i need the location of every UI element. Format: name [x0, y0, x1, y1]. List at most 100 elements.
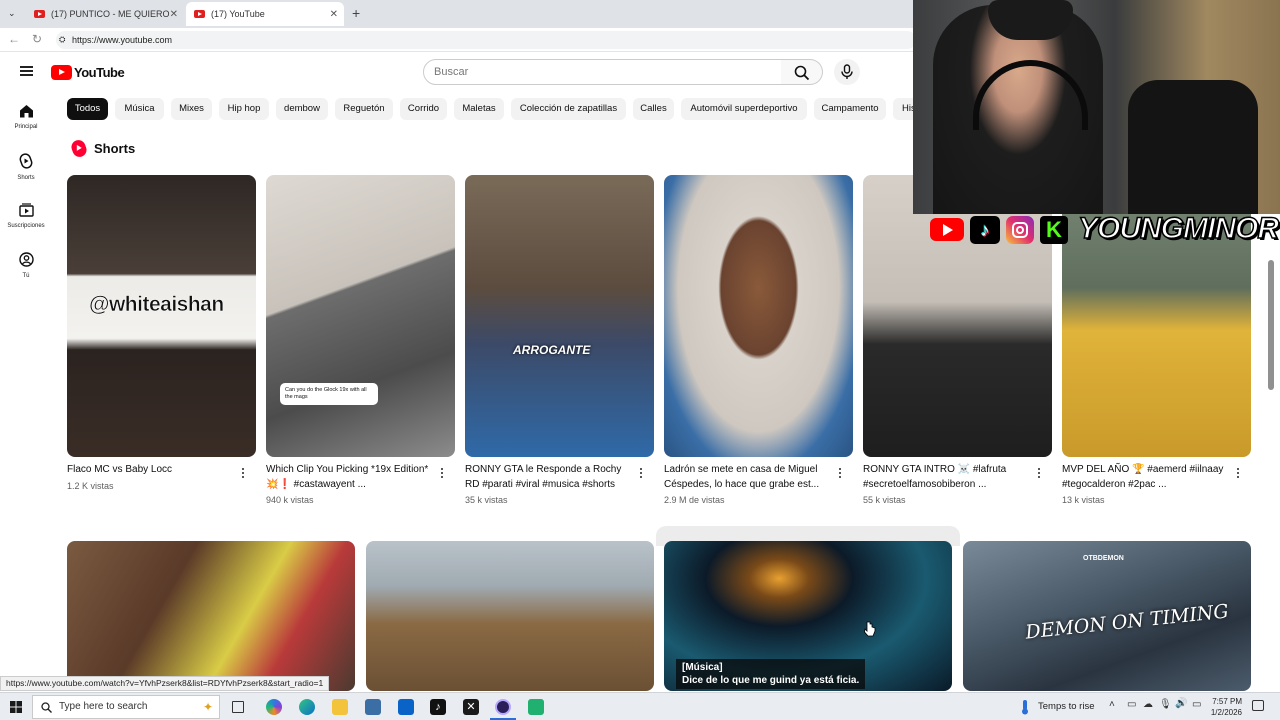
notifications-icon[interactable] [1252, 700, 1264, 711]
tab-list-dropdown[interactable]: ⌄ [8, 8, 16, 19]
calculator-icon[interactable] [365, 699, 381, 715]
outlook-icon[interactable] [398, 699, 414, 715]
sidebar-label: Suscripciones [7, 223, 45, 229]
back-icon[interactable]: ← [8, 32, 20, 46]
search-input[interactable]: Buscar [423, 59, 782, 85]
shorts-section-title: Shorts [94, 141, 136, 156]
kick-brand-icon: K [1040, 216, 1068, 244]
short-thumbnail[interactable]: @whiteaishan [67, 175, 256, 457]
edge-icon[interactable] [299, 699, 315, 715]
weather-icon [1022, 700, 1028, 715]
video-thumbnail[interactable]: [Música] Dice de lo que me guind ya está… [664, 541, 952, 691]
tab-title: (17) PUNTICO - ME QUIERO QUITA [51, 9, 171, 19]
chip-calles[interactable]: Calles [633, 98, 674, 120]
short-title[interactable]: RONNY GTA le Responde a Rochy RD #parati… [465, 462, 635, 492]
close-tab-icon[interactable]: ✕ [330, 9, 338, 20]
reload-icon[interactable]: ↻ [32, 32, 42, 46]
chip-todos[interactable]: Todos [67, 98, 108, 120]
language-icon[interactable]: ▭ [1192, 699, 1201, 710]
page-scrollbar[interactable] [1268, 260, 1274, 390]
youtube-logo-text: YouTube [74, 65, 125, 80]
chip-regueton[interactable]: Reguetón [335, 98, 393, 120]
chip-mixes[interactable]: Mixes [171, 98, 212, 120]
video-thumbnail[interactable] [366, 541, 654, 691]
youtube-logo[interactable]: YouTube [51, 65, 125, 80]
chip-musica[interactable]: Música [115, 98, 164, 120]
video-overlay-small: OTBDEMON [1083, 555, 1124, 562]
chip-historia[interactable]: His [893, 98, 913, 120]
chip-dembow[interactable]: dembow [276, 98, 328, 120]
clock-date: 1/2/2026 [1210, 708, 1242, 717]
short-views: 2.9 M de vistas [664, 495, 725, 505]
short-views: 1.2 K vistas [67, 481, 114, 491]
tiktok-app-icon[interactable]: ♪ [430, 699, 446, 715]
short-title[interactable]: RONNY GTA INTRO ☠️ #lafruta #secretoelfa… [863, 462, 1033, 492]
file-explorer-icon[interactable] [332, 699, 348, 715]
taskbar-search-input[interactable]: Type here to search ✦ [32, 695, 220, 719]
shorts-logo-icon [69, 138, 89, 159]
more-actions-icon[interactable] [639, 468, 643, 482]
windows-start-icon[interactable] [10, 701, 22, 713]
chip-hip-hop[interactable]: Hip hop [219, 98, 269, 120]
short-title[interactable]: Flaco MC vs Baby Locc [67, 462, 237, 477]
menu-icon[interactable] [20, 66, 33, 76]
sidebar-label: Tú [22, 273, 30, 279]
more-actions-icon[interactable] [440, 468, 444, 482]
chip-campamento[interactable]: Campamento [814, 98, 886, 120]
short-thumbnail[interactable] [664, 175, 853, 457]
search-button[interactable] [781, 59, 823, 85]
youtube-favicon-icon [194, 10, 205, 18]
short-views: 55 k vistas [863, 495, 906, 505]
app-icon[interactable] [528, 699, 544, 715]
url-field[interactable]: ⛭ https://www.youtube.com [56, 31, 916, 49]
short-thumbnail[interactable]: Can you do the Glock 19x with all the ma… [266, 175, 455, 457]
weather-text[interactable]: Temps to rise [1038, 701, 1095, 712]
taskbar-clock[interactable]: 7:57 PM 1/2/2026 [1211, 696, 1242, 718]
search-icon [794, 65, 810, 81]
site-info-icon[interactable]: ⛭ [59, 31, 65, 49]
video-thumbnail[interactable] [67, 541, 355, 691]
network-icon[interactable]: ▭ [1127, 699, 1136, 710]
video-thumbnail[interactable]: OTBDEMON DEMON ON TIMING [963, 541, 1251, 691]
shorts-section-header: Shorts [69, 138, 136, 159]
caption-line: Dice de lo que me guind ya está ficia. [682, 675, 860, 686]
tab-youtube[interactable]: (17) YouTube ✕ [186, 2, 344, 26]
tray-chevron-icon[interactable]: ˄ [1109, 699, 1115, 710]
more-actions-icon[interactable] [241, 468, 245, 482]
copilot-icon[interactable] [266, 699, 282, 715]
tray-microphone-icon[interactable]: 🎙 [1159, 699, 1172, 710]
obs-icon[interactable] [495, 699, 511, 715]
sidebar-item-you[interactable]: Tú [0, 252, 52, 279]
chair [1128, 80, 1258, 214]
tab-puntico[interactable]: (17) PUNTICO - ME QUIERO QUITA ✕ [26, 2, 184, 26]
sidebar-item-subscriptions[interactable]: Suscripciones [0, 203, 52, 229]
clock-time: 7:57 PM [1212, 697, 1242, 706]
sidebar-item-shorts[interactable]: Shorts [0, 153, 52, 181]
chip-maletas[interactable]: Maletas [454, 98, 504, 120]
youtube-favicon-icon [34, 10, 45, 18]
new-tab-button[interactable]: + [352, 5, 360, 21]
streamer-brand-bar: ♪ K YOUNGMINOR [930, 211, 1280, 246]
short-title[interactable]: Which Clip You Picking *19x Edition*💥❗ #… [266, 462, 436, 492]
volume-icon[interactable]: 🔊 [1175, 698, 1187, 709]
capcut-icon[interactable]: ✕ [463, 699, 479, 715]
sidebar-item-home[interactable]: Principal [0, 104, 52, 130]
task-view-icon[interactable] [232, 701, 244, 713]
home-icon [19, 105, 33, 118]
more-actions-icon[interactable] [1236, 468, 1240, 482]
short-thumbnail[interactable]: ARROGANTE [465, 175, 654, 457]
more-actions-icon[interactable] [1037, 468, 1041, 482]
short-title[interactable]: MVP DEL AÑO 🏆 #aemerd #iilnaay #tegocald… [1062, 462, 1232, 492]
short-title[interactable]: Ladrón se mete en casa de Miguel Céspede… [664, 462, 834, 492]
more-actions-icon[interactable] [838, 468, 842, 482]
cloud-icon[interactable]: ☁ [1143, 699, 1153, 710]
chip-zapatillas[interactable]: Colección de zapatillas [511, 98, 626, 120]
short-overlay-text: ARROGANTE [513, 343, 591, 357]
chip-superdeportivo[interactable]: Automóvil superdeportivo [681, 98, 807, 120]
microphone-icon [841, 64, 853, 79]
tiktok-brand-icon: ♪ [970, 216, 1000, 244]
search-icon [41, 702, 52, 713]
voice-search-button[interactable] [834, 59, 860, 85]
chip-corrido[interactable]: Corrido [400, 98, 447, 120]
close-tab-icon[interactable]: ✕ [170, 9, 178, 20]
